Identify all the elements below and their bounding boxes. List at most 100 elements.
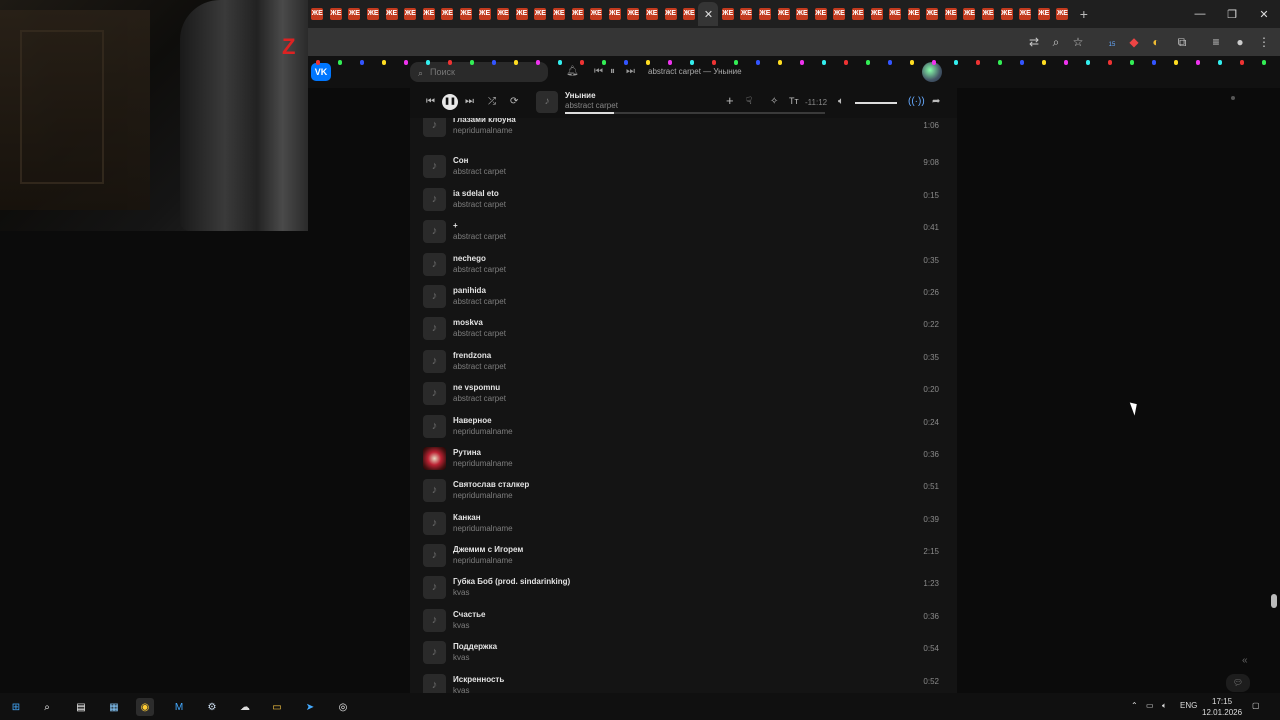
- browser-tab[interactable]: ЖЕ: [661, 4, 680, 24]
- browser-tab[interactable]: ЖЕ: [718, 4, 737, 24]
- music-note-icon[interactable]: ♪: [423, 155, 446, 179]
- track-title[interactable]: ia sdelal eto: [453, 189, 499, 198]
- add-track-icon[interactable]: +: [726, 93, 734, 108]
- track-row[interactable]: ♪ Искренность kvas 0:52: [410, 669, 957, 693]
- volume-slider[interactable]: [855, 102, 897, 104]
- track-artist[interactable]: abstract carpet: [453, 394, 506, 403]
- current-track-artist[interactable]: abstract carpet: [565, 101, 618, 110]
- track-artist[interactable]: kvas: [453, 621, 469, 630]
- extension-moon-icon[interactable]: ◐: [1148, 34, 1164, 50]
- browser-tab[interactable]: ЖЕ: [737, 4, 756, 24]
- volume-icon[interactable]: 🔈︎: [838, 96, 844, 107]
- track-artist[interactable]: abstract carpet: [453, 329, 506, 338]
- track-title[interactable]: Губка Боб (prod. sindarinking): [453, 577, 570, 586]
- translate-icon[interactable]: ⇄: [1026, 34, 1042, 50]
- current-track-title[interactable]: Уныние: [565, 91, 596, 100]
- pause-button[interactable]: ❚❚: [442, 94, 458, 110]
- track-title[interactable]: panihida: [453, 286, 486, 295]
- browser-tab[interactable]: ЖЕ: [345, 4, 364, 24]
- bookmark-star-icon[interactable]: ☆: [1070, 34, 1086, 50]
- track-row[interactable]: ♪ Губка Боб (prod. sindarinking) kvas 1:23: [410, 571, 957, 603]
- browser-tab[interactable]: ЖЕ: [382, 4, 401, 24]
- browser-tab[interactable]: ЖЕ: [587, 4, 606, 24]
- track-row[interactable]: ♪ Сон abstract carpet 9:08: [410, 150, 957, 182]
- calculator-icon[interactable]: ▦: [105, 698, 123, 716]
- music-note-icon[interactable]: ♪: [423, 641, 446, 665]
- browser-tab[interactable]: ЖЕ: [867, 4, 886, 24]
- track-title[interactable]: ne vspomnu: [453, 383, 500, 392]
- track-row[interactable]: ♪ panihida abstract carpet 0:26: [410, 280, 957, 312]
- time-remaining[interactable]: -11:12: [805, 98, 827, 107]
- browser-tab[interactable]: ЖЕ: [1016, 4, 1035, 24]
- music-note-icon[interactable]: ♪: [423, 414, 446, 438]
- browser-tab[interactable]: ЖЕ: [624, 4, 643, 24]
- track-row[interactable]: ♪ Джемим с Игорем nepridumalname 2:15: [410, 539, 957, 571]
- track-artist[interactable]: abstract carpet: [453, 232, 506, 241]
- track-row[interactable]: ♪ moskva abstract carpet 0:22: [410, 312, 957, 344]
- browser-tab[interactable]: ЖЕ: [849, 4, 868, 24]
- track-title[interactable]: Святослав сталкер: [453, 480, 529, 489]
- restore-button[interactable]: ❐: [1216, 0, 1248, 28]
- music-note-icon[interactable]: ♪: [423, 349, 446, 373]
- music-note-icon[interactable]: ♪: [423, 576, 446, 600]
- track-title[interactable]: Поддержка: [453, 642, 497, 651]
- browser-tab[interactable]: ЖЕ: [942, 4, 961, 24]
- track-artist[interactable]: nepridumalname: [453, 459, 513, 468]
- track-artist[interactable]: abstract carpet: [453, 265, 506, 274]
- track-title[interactable]: Рутина: [453, 448, 481, 457]
- browser-tab[interactable]: ЖЕ: [979, 4, 998, 24]
- music-note-icon[interactable]: ♪: [423, 284, 446, 308]
- browser-tab[interactable]: ЖЕ: [364, 4, 383, 24]
- browser-tab[interactable]: ЖЕ: [793, 4, 812, 24]
- music-note-icon[interactable]: ♪: [423, 252, 446, 276]
- minimize-button[interactable]: —: [1184, 0, 1216, 28]
- system-clock[interactable]: 17:15 12.01.2026: [1202, 696, 1242, 718]
- track-row[interactable]: ♪ Поддержка kvas 0:54: [410, 636, 957, 668]
- header-now-playing[interactable]: abstract carpet — Уныние: [648, 67, 742, 76]
- track-title[interactable]: Счастье: [453, 610, 486, 619]
- shuffle-icon[interactable]: ⤮: [488, 96, 496, 107]
- track-artist[interactable]: nepridumalname: [453, 126, 513, 135]
- browser-tab[interactable]: ЖЕ: [643, 4, 662, 24]
- close-window-button[interactable]: ✕: [1248, 0, 1280, 28]
- browser-tab[interactable]: ЖЕ: [923, 4, 942, 24]
- track-artist[interactable]: kvas: [453, 588, 469, 597]
- browser-tab[interactable]: ЖЕ: [1035, 4, 1054, 24]
- track-title[interactable]: +: [453, 221, 458, 230]
- music-note-icon[interactable]: ♪: [423, 382, 446, 406]
- task-view-icon[interactable]: ▤: [72, 698, 90, 716]
- search-taskbar-icon[interactable]: ⌕: [38, 698, 56, 716]
- track-row[interactable]: ♪ nechego abstract carpet 0:35: [410, 248, 957, 280]
- track-row[interactable]: ♪ Канкан nepridumalname 0:39: [410, 507, 957, 539]
- browser-tab[interactable]: ЖЕ: [308, 4, 327, 24]
- collapse-chevrons-icon[interactable]: «: [1242, 655, 1248, 666]
- track-artist[interactable]: abstract carpet: [453, 167, 506, 176]
- share-icon[interactable]: ➦: [932, 96, 940, 107]
- track-row[interactable]: ♪ Глазами клоуна nepridumalname 1:06: [410, 118, 957, 150]
- extensions-puzzle-icon[interactable]: ⧉: [1174, 34, 1190, 50]
- steam-icon[interactable]: ⚙: [203, 698, 221, 716]
- track-artist[interactable]: kvas: [453, 653, 469, 662]
- browser-tab[interactable]: ЖЕ: [960, 4, 979, 24]
- telegram-icon[interactable]: ➤: [301, 698, 319, 716]
- zoom-icon[interactable]: ⌕: [1048, 34, 1064, 50]
- browser-tab[interactable]: ЖЕ: [811, 4, 830, 24]
- music-note-icon[interactable]: ♪: [423, 608, 446, 632]
- track-row[interactable]: ♪ Счастье kvas 0:36: [410, 604, 957, 636]
- next-track-icon[interactable]: ⏭︎: [465, 96, 474, 107]
- volume-tray-icon[interactable]: 🔈︎: [1162, 701, 1167, 711]
- track-title[interactable]: moskva: [453, 318, 483, 327]
- music-note-icon[interactable]: ♪: [423, 673, 446, 693]
- track-artist[interactable]: abstract carpet: [453, 362, 506, 371]
- browser-tab[interactable]: ЖЕ: [886, 4, 905, 24]
- tray-chevron-icon[interactable]: ⌃: [1131, 701, 1138, 710]
- track-row[interactable]: ♪ + abstract carpet 0:41: [410, 215, 957, 247]
- music-note-icon[interactable]: ♪: [423, 479, 446, 503]
- repeat-icon[interactable]: ⟳: [510, 96, 518, 107]
- track-cover-image[interactable]: ♪: [423, 446, 446, 470]
- browser-tab[interactable]: ЖЕ: [680, 4, 699, 24]
- track-artist[interactable]: abstract carpet: [453, 200, 506, 209]
- browser-tab[interactable]: ЖЕ: [531, 4, 550, 24]
- chat-bubble-icon[interactable]: 💬︎: [1226, 674, 1250, 692]
- browser-tab[interactable]: ЖЕ: [475, 4, 494, 24]
